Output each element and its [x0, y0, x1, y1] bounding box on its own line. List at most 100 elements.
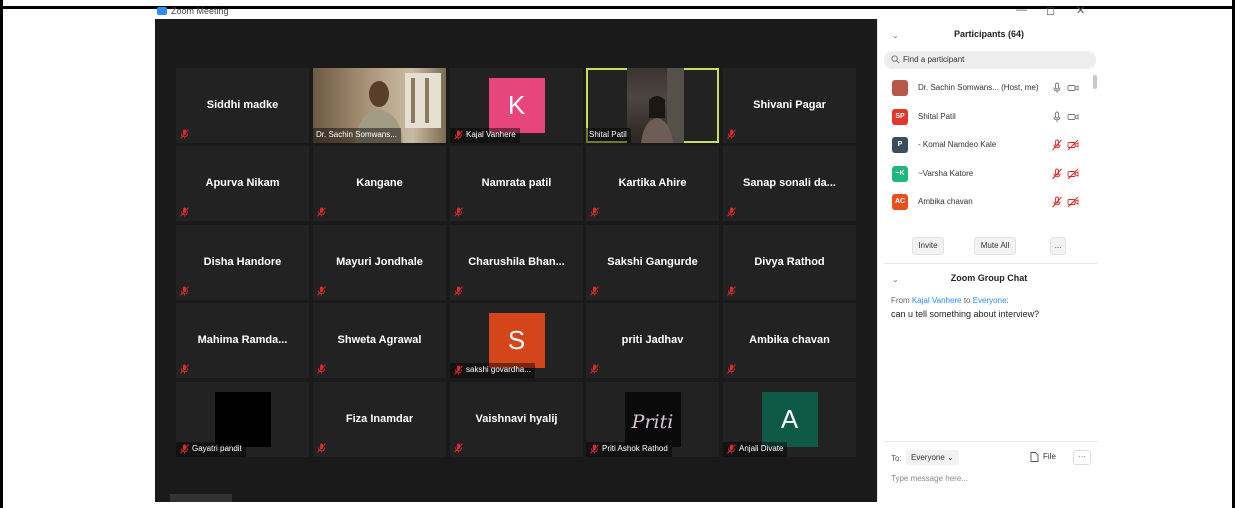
- participant-label: Gayatri pandit: [176, 442, 246, 457]
- muted-mic-icon: [727, 286, 736, 296]
- muted-mic-icon: [180, 286, 189, 296]
- participant-tile[interactable]: Charushila Bhan...: [450, 225, 583, 300]
- self-view-thumbnail[interactable]: [170, 494, 232, 502]
- participant-tile[interactable]: Fiza Inamdar: [313, 382, 446, 457]
- participant-tile[interactable]: Sanap sonali da...: [723, 146, 856, 221]
- muted-mic-icon: [454, 207, 463, 217]
- participant-tile[interactable]: K Kajal Vanhere: [450, 68, 583, 143]
- avatar-initial: S: [488, 313, 545, 368]
- participant-scrollbar[interactable]: [1093, 75, 1097, 89]
- participant-label: Dr. Sachin Somwans...: [313, 128, 401, 143]
- participant-name: Vaishnavi hyalij: [475, 413, 558, 425]
- muted-mic-icon: [317, 207, 326, 217]
- from-prefix: From: [891, 296, 910, 305]
- participant-row[interactable]: Dr. Sachin Somwans... (Host, me): [878, 75, 1093, 104]
- participant-status-icons: [1051, 82, 1081, 94]
- participant-tile[interactable]: Namrata patil: [450, 146, 583, 221]
- participant-tile[interactable]: Ssakshi govardha...: [450, 303, 583, 378]
- participant-tile[interactable]: priti Jadhav: [586, 303, 719, 378]
- mute-all-button[interactable]: Mute All: [974, 237, 1016, 255]
- minimize-button[interactable]: —: [1016, 4, 1027, 16]
- participant-tile[interactable]: Kangane: [313, 146, 446, 221]
- participant-name: Sakshi Gangurde: [607, 256, 698, 268]
- muted-mic-icon: [727, 129, 736, 139]
- participant-tile[interactable]: Gayatri pandit: [176, 382, 309, 457]
- participant-row-name: Ambika chavan: [918, 197, 973, 206]
- participant-row-name: Dr. Sachin Somwans... (Host, me): [918, 83, 1039, 92]
- participant-status-icons: [1051, 168, 1081, 180]
- participant-tile[interactable]: Mahima Ramda...: [176, 303, 309, 378]
- window-titlebar: Zoom Meeting: [155, 0, 875, 18]
- participant-name: Mayuri Jondhale: [336, 256, 423, 268]
- participant-name: Shivani Pagar: [753, 99, 826, 111]
- sender-name-link[interactable]: Kajal Vanhere: [912, 296, 962, 305]
- to-label: To:: [891, 454, 902, 463]
- muted-mic-icon: [317, 364, 326, 374]
- participant-label: Shital Patil: [586, 128, 631, 143]
- participant-tile[interactable]: Shital Patil: [586, 68, 719, 143]
- participant-name: Mahima Ramda...: [197, 334, 288, 346]
- participant-name: Gayatri pandit: [192, 444, 242, 453]
- participant-tile[interactable]: Ambika chavan: [723, 303, 856, 378]
- participant-tile[interactable]: Siddhi madke: [176, 68, 309, 143]
- participant-tile[interactable]: Dr. Sachin Somwans...: [313, 68, 446, 143]
- participant-tile[interactable]: Kartika Ahire: [586, 146, 719, 221]
- participant-tile[interactable]: Divya Rathod: [723, 225, 856, 300]
- muted-mic-icon: [180, 207, 189, 217]
- profile-photo: Priti: [624, 392, 681, 447]
- recipient-name-link[interactable]: Everyone: [973, 296, 1007, 305]
- chat-more-button[interactable]: ···: [1073, 450, 1091, 465]
- avatar-initial: A: [761, 392, 818, 447]
- participant-name: Sanap sonali da...: [743, 177, 836, 189]
- participant-tile[interactable]: Apurva Nikam: [176, 146, 309, 221]
- to-word: to: [963, 296, 971, 305]
- file-button[interactable]: File: [1043, 452, 1056, 461]
- recipient-value: Everyone: [911, 453, 945, 462]
- participant-tile[interactable]: Shivani Pagar: [723, 68, 856, 143]
- invite-button[interactable]: Invite: [912, 237, 944, 255]
- participant-row[interactable]: SP Shital Patil: [878, 104, 1093, 133]
- participant-name: Kartika Ahire: [618, 177, 687, 189]
- participant-name: sakshi govardha...: [466, 365, 531, 374]
- file-icon[interactable]: [1030, 452, 1039, 462]
- participant-name: Shweta Agrawal: [337, 334, 422, 346]
- muted-mic-icon: [180, 364, 189, 374]
- participants-more-button[interactable]: ...: [1050, 237, 1066, 255]
- participant-label: Kajal Vanhere: [450, 128, 520, 143]
- participant-name: Charushila Bhan...: [468, 256, 565, 268]
- maximize-button[interactable]: ◻: [1046, 4, 1055, 17]
- chat-input[interactable]: Type message here...: [891, 474, 968, 483]
- participant-name: Siddhi madke: [206, 99, 279, 111]
- muted-mic-icon: [727, 207, 736, 217]
- participant-row-name: Shital Patil: [918, 111, 956, 121]
- participant-video: [627, 68, 684, 143]
- recipient-dropdown[interactable]: Everyone ⌄: [906, 450, 959, 465]
- participant-tile[interactable]: Shweta Agrawal: [313, 303, 446, 378]
- participant-tile[interactable]: Vaishnavi hyalij: [450, 382, 583, 457]
- participant-row[interactable]: ~K ~Varsha Katore: [878, 161, 1093, 190]
- participant-tile[interactable]: Sakshi Gangurde: [586, 225, 719, 300]
- muted-mic-icon: [317, 443, 326, 453]
- participant-avatar: P: [892, 137, 908, 153]
- participant-search-input[interactable]: Find a participant: [884, 51, 1096, 69]
- participant-tile[interactable]: Mayuri Jondhale: [313, 225, 446, 300]
- participant-row[interactable]: AC Ambika chavan: [878, 189, 1093, 218]
- close-button[interactable]: ✕: [1076, 4, 1085, 17]
- participants-header: Participants (64): [953, 29, 1025, 39]
- search-placeholder: Find a participant: [903, 55, 965, 64]
- participant-tile[interactable]: Priti Priti Ashok Rathod: [586, 382, 719, 457]
- gallery-view: Siddhi madke Dr. Sachin Somwans... K Kajal …: [155, 19, 877, 502]
- participant-tile[interactable]: Disha Handore: [176, 225, 309, 300]
- chat-message-text: can u tell something about interview?: [891, 309, 1040, 319]
- participant-tile[interactable]: A Anjali Divate: [723, 382, 856, 457]
- participant-name: Dr. Sachin Somwans...: [316, 130, 397, 139]
- profile-photo: [214, 392, 271, 447]
- participant-avatar: ~K: [892, 165, 908, 182]
- participant-row[interactable]: P - Komal Namdeo Kale: [878, 132, 1093, 161]
- avatar-initial: K: [488, 78, 545, 133]
- muted-mic-icon: [454, 443, 463, 453]
- muted-mic-icon: [454, 365, 463, 375]
- participant-name: Kajal Vanhere: [466, 130, 516, 139]
- participant-status-icons: [1051, 196, 1081, 208]
- person-silhouette-icon: [641, 68, 684, 143]
